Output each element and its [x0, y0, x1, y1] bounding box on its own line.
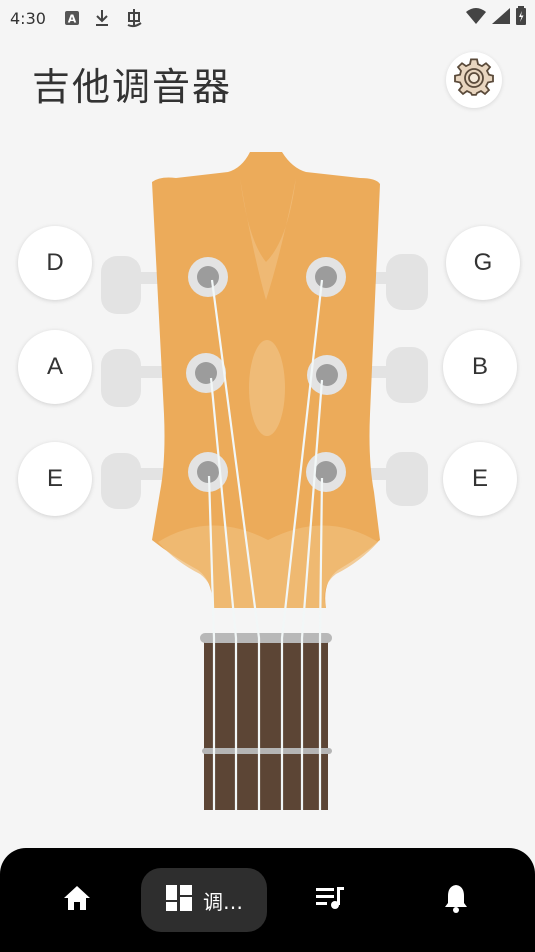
nav-tuner-label: 调…: [203, 889, 243, 914]
battery-icon: [515, 6, 527, 31]
nav-playlist[interactable]: [300, 868, 360, 932]
peg-button-left-3[interactable]: E: [18, 442, 92, 516]
peg-label: G: [473, 249, 493, 276]
peg-label: B: [471, 353, 488, 380]
wifi-icon: [465, 7, 487, 30]
peg-button-left-1[interactable]: D: [18, 226, 92, 300]
peg-label: E: [471, 465, 488, 492]
peg-button-left-2[interactable]: A: [18, 330, 92, 404]
settings-button[interactable]: [446, 52, 502, 108]
peg-label: E: [46, 465, 63, 492]
peg-button-right-3[interactable]: E: [443, 442, 517, 516]
status-time: 4:30: [10, 8, 46, 28]
page-title: 吉他调音器: [32, 65, 233, 109]
tuner-icon: [165, 884, 193, 917]
status-right: [465, 6, 527, 31]
nav-notifications[interactable]: [426, 868, 486, 932]
fret: [202, 748, 332, 754]
a-badge-icon: A: [64, 10, 80, 26]
status-bar: 4:30 A: [0, 0, 535, 36]
fretboard: [204, 638, 328, 810]
peg-button-right-1[interactable]: G: [446, 226, 520, 300]
playlist-icon: [315, 885, 345, 916]
bottom-navigation: 调…: [0, 848, 535, 952]
peg-label: D: [46, 249, 64, 276]
signal-icon: [491, 7, 511, 30]
peg-label: A: [46, 353, 63, 380]
nav-home[interactable]: [47, 868, 107, 932]
home-icon: [62, 884, 92, 917]
bell-icon: [443, 883, 469, 918]
peg-button-right-2[interactable]: B: [443, 330, 517, 404]
gear-icon: [454, 58, 494, 103]
nav-tuner[interactable]: 调…: [141, 868, 267, 932]
bug-icon: [124, 8, 144, 28]
svg-text:A: A: [68, 13, 77, 26]
nut: [200, 633, 332, 643]
download-icon: [94, 9, 110, 27]
